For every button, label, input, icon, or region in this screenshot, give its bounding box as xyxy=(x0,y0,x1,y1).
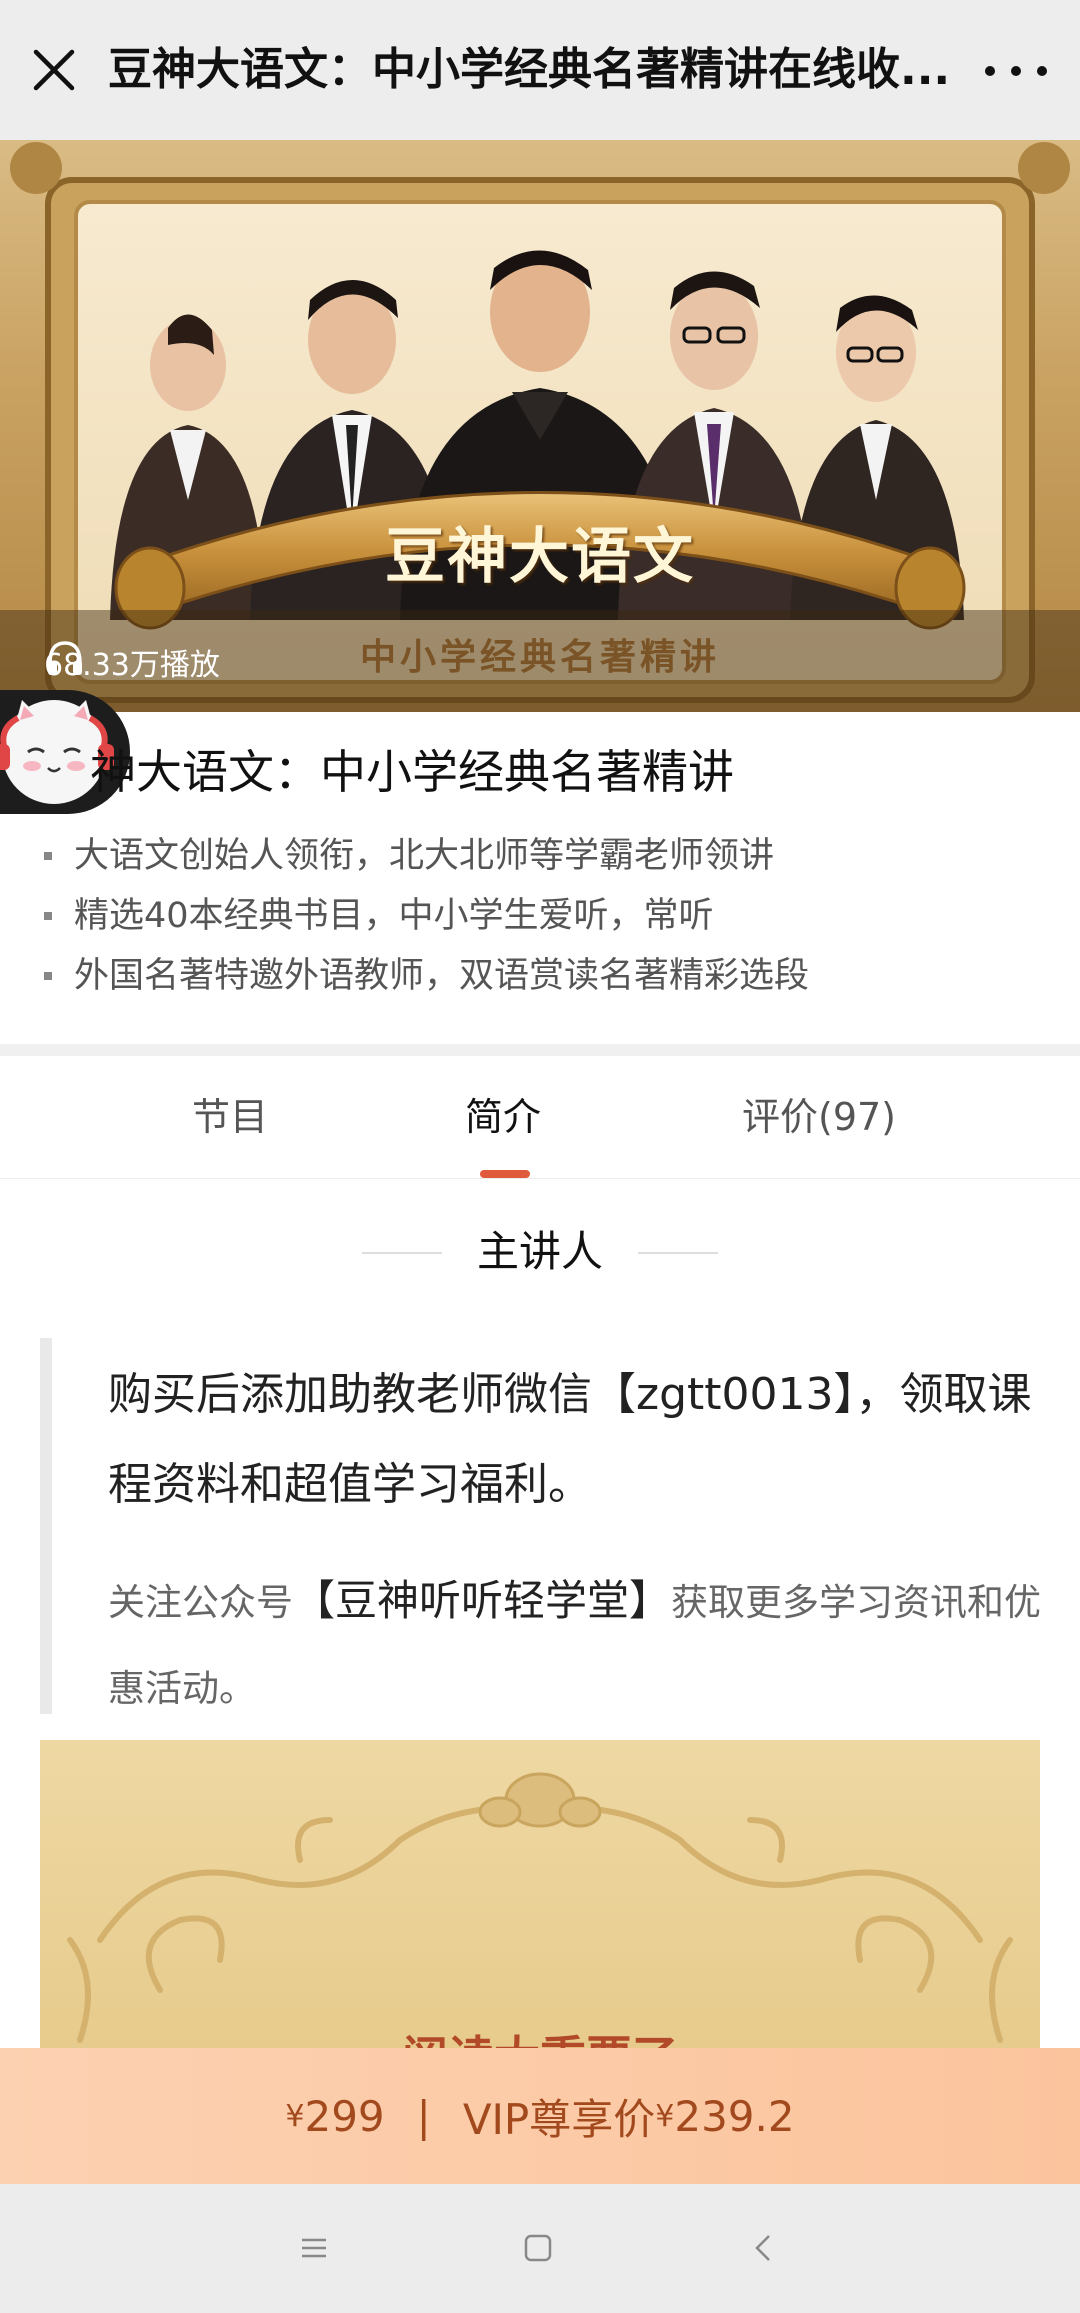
list-item: 大语文创始人领衔，北大北师等学霸老师领讲 xyxy=(42,826,1042,886)
menu-icon[interactable] xyxy=(294,2228,334,2268)
page-title: 豆神大语文：中小学经典名著精讲在线收... xyxy=(108,44,951,95)
intro-quote: 购买后添加助教老师微信【zgtt0013】，领取课程资料和超值学习福利。 关注公… xyxy=(40,1338,1052,1714)
active-tab-indicator xyxy=(480,1170,530,1178)
course-title: 神大语文：中小学经典名著精讲 xyxy=(90,745,734,799)
banner-title: 豆神大语文 xyxy=(385,522,695,592)
follow-notice: 关注公众号【豆神听听轻学堂】获取更多学习资讯和优惠活动。 xyxy=(108,1576,1042,1710)
top-bar: 豆神大语文：中小学经典名著精讲在线收... xyxy=(0,0,1080,140)
section-divider xyxy=(0,1044,1080,1056)
bullet-icon xyxy=(44,912,52,920)
back-icon[interactable] xyxy=(744,2228,784,2268)
purchase-bar[interactable]: ¥ 299 | VIP尊享价 ¥ 239.2 xyxy=(0,2048,1080,2184)
bullet-icon xyxy=(44,852,52,860)
account-name: 【豆神听听轻学堂】 xyxy=(293,1576,672,1625)
banner-subtitle: 中小学经典名著精讲 xyxy=(359,636,720,678)
close-icon[interactable] xyxy=(28,44,80,96)
list-item: 精选40本经典书目，中小学生爱听，常听 xyxy=(42,886,1042,946)
image-caption: 阅读太重要了 xyxy=(40,2022,1040,2050)
list-item: 外国名著特邀外语教师，双语赏读名著精彩选段 xyxy=(42,946,1042,1006)
headphones-icon xyxy=(48,641,82,675)
play-count: 68.33万播放 xyxy=(44,637,220,687)
tab-reviews[interactable]: 评价(97) xyxy=(742,1092,896,1142)
divider-line xyxy=(638,1252,718,1254)
home-icon[interactable] xyxy=(518,2228,558,2268)
section-heading: 主讲人 xyxy=(476,1227,603,1276)
system-nav-bar xyxy=(0,2184,1080,2313)
wechat-notice: 购买后添加助教老师微信【zgtt0013】，领取课程资料和超值学习福利。 xyxy=(108,1369,1032,1510)
more-dots-icon[interactable] xyxy=(980,56,1052,86)
price-divider: | xyxy=(416,2091,431,2141)
course-banner[interactable]: 豆神大语文 中小学经典名著精讲 68.33万播放 xyxy=(0,140,1080,712)
currency-symbol: ¥ xyxy=(655,2098,675,2134)
vip-label: VIP尊享价 xyxy=(462,2094,656,2144)
intro-image: 阅读太重要了 xyxy=(40,1740,1040,2050)
tab-bar: 节目 简介 评价(97) xyxy=(0,1056,1080,1179)
tab-intro[interactable]: 简介 xyxy=(465,1092,541,1142)
tab-programs[interactable]: 节目 xyxy=(192,1092,268,1142)
original-price: 299 xyxy=(304,2091,385,2141)
currency-symbol: ¥ xyxy=(285,2098,305,2134)
bullet-icon xyxy=(44,972,52,980)
vip-price: 239.2 xyxy=(674,2091,795,2141)
section-header: 主讲人 xyxy=(0,1222,1080,1282)
course-highlights: 大语文创始人领衔，北大北师等学霸老师领讲 精选40本经典书目，中小学生爱听，常听… xyxy=(42,826,1042,1006)
ornament-illustration xyxy=(67,1772,1013,2043)
